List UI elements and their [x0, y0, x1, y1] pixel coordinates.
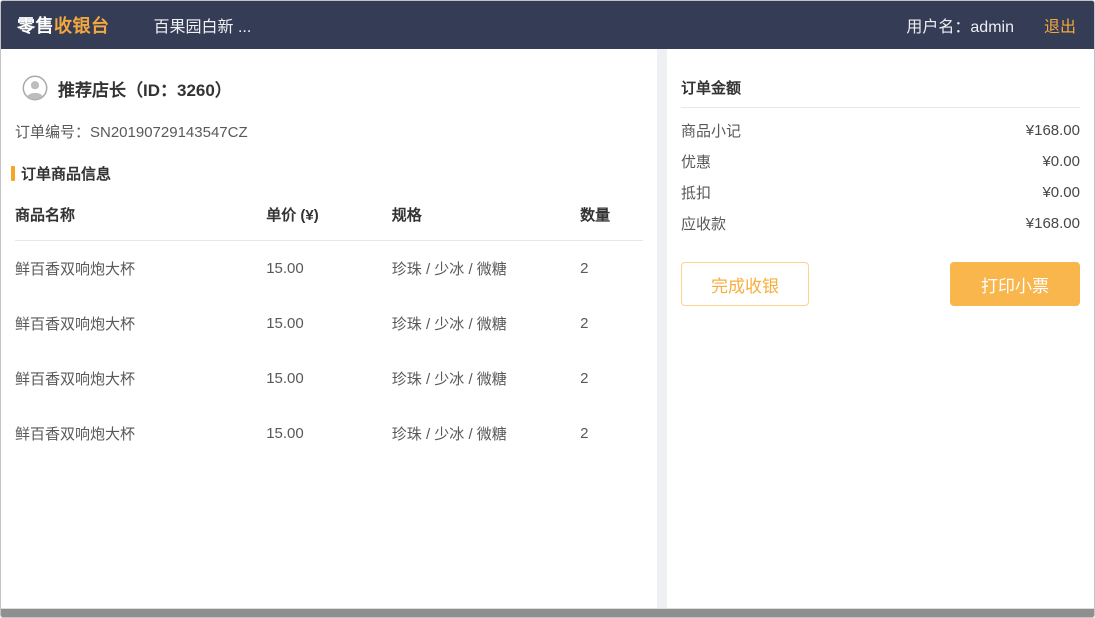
amount-row-discount: 优惠 ¥0.00 [681, 146, 1080, 177]
app-title-highlight: 收银台 [54, 16, 110, 36]
discount-label: 优惠 [681, 151, 711, 172]
pos-app-window: 零售收银台 百果园白新 ... 用户名：admin 退出 推荐店长（ID：326… [0, 0, 1095, 618]
header-unit-price: 单价 (¥) [266, 204, 392, 225]
deduction-value: ¥0.00 [1042, 184, 1080, 201]
item-qty-cell: 2 [580, 370, 643, 387]
subtotal-value: ¥168.00 [1026, 122, 1080, 139]
content-area: 推荐店长（ID：3260） 订单编号：SN20190729143547CZ 订单… [1, 49, 1094, 608]
header-spec: 规格 [392, 204, 580, 225]
item-price-cell: 15.00 [266, 370, 392, 387]
header-product-name: 商品名称 [15, 204, 266, 225]
username-label: 用户名：admin [906, 13, 1014, 37]
item-spec-cell: 珍珠 / 少冰 / 微糖 [392, 368, 580, 389]
store-tab[interactable]: 百果园白新 ... [154, 13, 252, 37]
order-amount-panel: 订单金额 商品小记 ¥168.00 优惠 ¥0.00 抵扣 ¥0.00 应收款 … [667, 49, 1094, 608]
user-avatar-icon [22, 75, 48, 101]
items-section-header: 订单商品信息 [11, 163, 643, 184]
item-qty-cell: 2 [580, 315, 643, 332]
order-number: 订单编号：SN20190729143547CZ [15, 121, 643, 142]
amount-row-due: 应收款 ¥168.00 [681, 208, 1080, 239]
discount-value: ¥0.00 [1042, 153, 1080, 170]
finish-checkout-button[interactable]: 完成收银 [681, 262, 809, 306]
deduction-label: 抵扣 [681, 182, 711, 203]
amount-rows: 商品小记 ¥168.00 优惠 ¥0.00 抵扣 ¥0.00 应收款 ¥168.… [681, 115, 1080, 239]
section-marker [11, 166, 15, 181]
table-row: 鲜百香双响炮大杯 15.00 珍珠 / 少冰 / 微糖 2 [15, 351, 643, 406]
logout-button[interactable]: 退出 [1044, 13, 1076, 37]
referrer-row: 推荐店长（ID：3260） [15, 75, 643, 101]
header-quantity: 数量 [580, 204, 643, 225]
item-name-cell: 鲜百香双响炮大杯 [15, 258, 266, 279]
navbar-right: 用户名：admin 退出 [906, 13, 1076, 37]
amount-row-deduction: 抵扣 ¥0.00 [681, 177, 1080, 208]
app-title-prefix: 零售 [17, 16, 54, 36]
top-navbar: 零售收银台 百果园白新 ... 用户名：admin 退出 [1, 1, 1094, 49]
item-price-cell: 15.00 [266, 315, 392, 332]
amount-row-subtotal: 商品小记 ¥168.00 [681, 115, 1080, 146]
table-row: 鲜百香双响炮大杯 15.00 珍珠 / 少冰 / 微糖 2 [15, 406, 643, 461]
item-price-cell: 15.00 [266, 425, 392, 442]
item-name-cell: 鲜百香双响炮大杯 [15, 423, 266, 444]
subtotal-label: 商品小记 [681, 120, 741, 141]
referrer-label: 推荐店长（ID：3260） [58, 76, 232, 101]
table-row: 鲜百香双响炮大杯 15.00 珍珠 / 少冰 / 微糖 2 [15, 241, 643, 296]
item-qty-cell: 2 [580, 260, 643, 277]
items-table-header: 商品名称 单价 (¥) 规格 数量 [15, 192, 643, 241]
order-items-panel: 推荐店长（ID：3260） 订单编号：SN20190729143547CZ 订单… [1, 49, 657, 608]
item-name-cell: 鲜百香双响炮大杯 [15, 313, 266, 334]
app-title: 零售收银台 [17, 12, 110, 38]
bottom-scrollbar[interactable] [1, 608, 1094, 617]
item-spec-cell: 珍珠 / 少冰 / 微糖 [392, 423, 580, 444]
item-spec-cell: 珍珠 / 少冰 / 微糖 [392, 313, 580, 334]
panel-divider [657, 49, 667, 608]
item-price-cell: 15.00 [266, 260, 392, 277]
item-qty-cell: 2 [580, 425, 643, 442]
action-buttons: 完成收银 打印小票 [681, 262, 1080, 306]
items-table: 商品名称 单价 (¥) 规格 数量 鲜百香双响炮大杯 15.00 珍珠 / 少冰… [15, 192, 643, 461]
due-value: ¥168.00 [1026, 215, 1080, 232]
table-row: 鲜百香双响炮大杯 15.00 珍珠 / 少冰 / 微糖 2 [15, 296, 643, 351]
print-receipt-button[interactable]: 打印小票 [950, 262, 1080, 306]
item-spec-cell: 珍珠 / 少冰 / 微糖 [392, 258, 580, 279]
item-name-cell: 鲜百香双响炮大杯 [15, 368, 266, 389]
amount-section-title: 订单金额 [681, 77, 1080, 108]
due-label: 应收款 [681, 213, 726, 234]
items-section-title: 订单商品信息 [21, 163, 111, 184]
